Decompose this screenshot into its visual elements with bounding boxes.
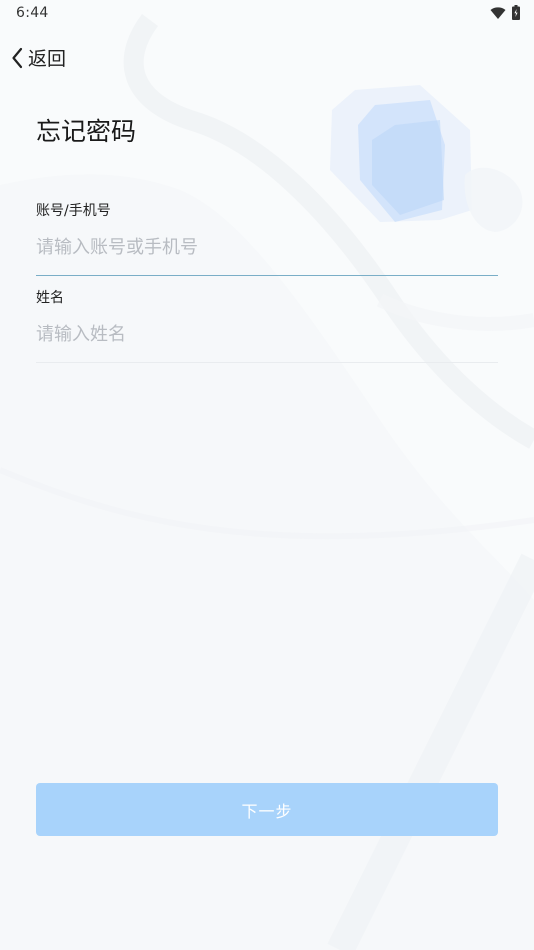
account-underline (36, 275, 498, 276)
name-underline (36, 362, 498, 363)
battery-icon (512, 5, 520, 20)
chevron-left-icon (12, 47, 23, 68)
name-input[interactable] (36, 321, 498, 347)
back-label: 返回 (28, 48, 67, 70)
name-field: 姓名 (36, 287, 498, 363)
page-title: 忘记密码 (36, 117, 137, 146)
account-label: 账号/手机号 (36, 203, 111, 219)
account-input[interactable] (36, 234, 498, 260)
status-icons (490, 5, 520, 20)
next-step-button[interactable]: 下一步 (36, 783, 498, 836)
status-time: 6:44 (16, 5, 49, 21)
account-field: 账号/手机号 (36, 200, 498, 276)
status-bar: 6:44 (0, 0, 534, 27)
name-label: 姓名 (36, 290, 64, 306)
back-button[interactable]: 返回 (10, 44, 66, 71)
wifi-icon (490, 6, 506, 19)
